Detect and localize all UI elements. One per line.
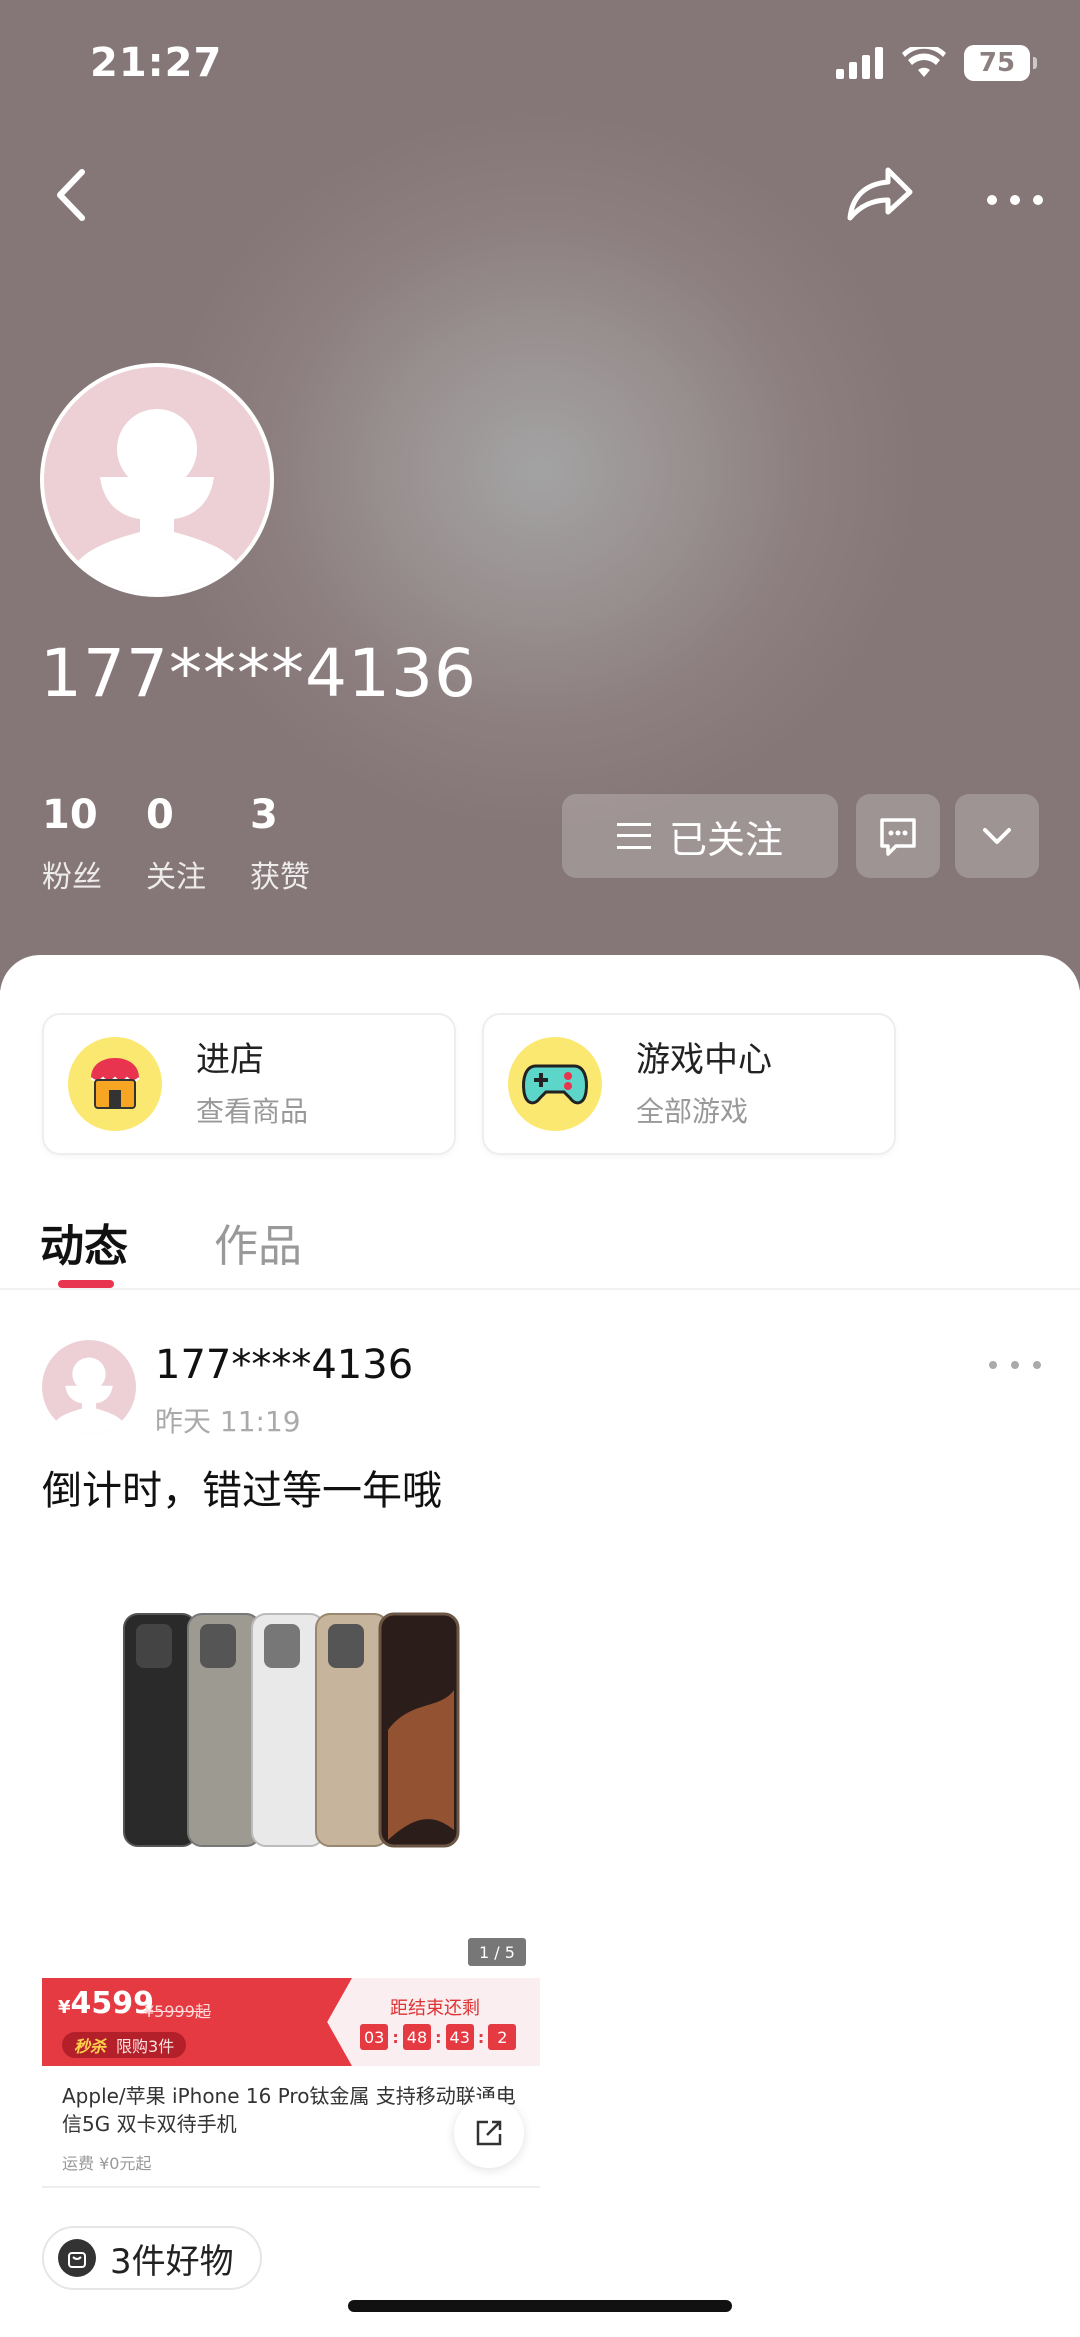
- flash-sale-tag: 秒杀: [74, 2037, 107, 2056]
- shop-card-subtitle: 查看商品: [196, 1095, 309, 1128]
- goods-button[interactable]: 3件好物: [42, 2226, 262, 2290]
- wifi-icon: [902, 47, 946, 77]
- active-tab-indicator: [58, 1280, 114, 1288]
- chevron-down-icon: [983, 828, 1011, 844]
- menu-lines-icon: [616, 823, 651, 849]
- status-bar: 21:27 75: [0, 0, 1080, 130]
- image-pager: 1 / 5: [468, 1938, 526, 1966]
- goods-label: 3件好物: [110, 2241, 234, 2282]
- stat-likes[interactable]: 3 获赞: [250, 790, 310, 896]
- profile-username: 177****4136: [40, 635, 477, 712]
- limit-text: 限购3件: [116, 2037, 175, 2056]
- home-indicator: [348, 2300, 732, 2312]
- tab-moments[interactable]: 动态: [40, 1210, 128, 1274]
- top-nav: [0, 150, 1080, 240]
- shipping-info: 运费 ¥0元起: [62, 2154, 152, 2173]
- followed-label: 已关注: [668, 817, 783, 862]
- product-image[interactable]: [120, 1610, 470, 1850]
- stat-label: 获赞: [250, 860, 310, 895]
- post-time: 昨天 11:19: [155, 1405, 301, 1438]
- shopping-bag-icon: [58, 2239, 96, 2277]
- product-card[interactable]: ¥4599 ¥5999起 秒杀 限购3件 距结束还剩 03: 48: 43: 2…: [42, 1978, 540, 2188]
- game-card-title: 游戏中心: [636, 1040, 772, 1080]
- countdown-minutes: 48: [402, 2024, 432, 2050]
- product-title: Apple/苹果 iPhone 16 Pro钛金属 支持移动联通电信5G 双卡双…: [62, 2084, 516, 2136]
- tab-works[interactable]: 作品: [214, 1210, 302, 1274]
- purchase-limit: 秒杀 限购3件: [62, 2032, 187, 2058]
- followed-button[interactable]: 已关注: [562, 794, 838, 878]
- game-center-card[interactable]: 游戏中心 全部游戏: [482, 1013, 896, 1155]
- stat-value: 0: [146, 792, 174, 838]
- post-author[interactable]: 177****4136: [155, 1342, 413, 1388]
- status-time: 21:27: [90, 40, 223, 86]
- currency-symbol: ¥: [58, 1997, 71, 2018]
- countdown-tenths: 2: [488, 2024, 517, 2050]
- product-price: ¥4599: [58, 1986, 154, 2021]
- profile-avatar[interactable]: [40, 363, 274, 597]
- share-icon[interactable]: [840, 158, 920, 230]
- game-card-subtitle: 全部游戏: [636, 1095, 749, 1128]
- profile-stats: 10 粉丝 0 关注 3 获赞: [42, 790, 310, 896]
- back-icon[interactable]: [40, 160, 110, 230]
- default-user-icon: [54, 1357, 124, 1434]
- more-options-button[interactable]: [955, 794, 1039, 878]
- countdown-hours: 03: [360, 2024, 389, 2050]
- original-price: ¥5999起: [144, 2002, 211, 2021]
- countdown-seconds: 43: [445, 2024, 474, 2050]
- countdown-timer: 03: 48: 43: 2: [360, 2024, 517, 2050]
- battery-indicator: 75: [964, 45, 1037, 81]
- external-link-icon: [476, 2120, 502, 2146]
- signal-icon: [836, 47, 883, 79]
- gamepad-icon: [508, 1037, 602, 1131]
- shop-card[interactable]: 进店 查看商品: [42, 1013, 456, 1155]
- post-avatar[interactable]: [42, 1340, 136, 1434]
- shortcut-cards: 进店 查看商品 游戏中心 全部游戏: [42, 1013, 896, 1155]
- more-icon[interactable]: [980, 160, 1050, 230]
- message-button[interactable]: [856, 794, 940, 878]
- price-value: 4599: [70, 1986, 155, 2021]
- default-user-icon: [74, 409, 240, 593]
- stat-value: 3: [250, 792, 278, 838]
- shop-card-title: 进店: [196, 1040, 264, 1080]
- stat-fans[interactable]: 10 粉丝: [42, 790, 102, 896]
- post-text: 倒计时，错过等一年哦: [42, 1468, 442, 1514]
- status-icons: 75: [836, 45, 1037, 81]
- content-tabs: 动态 作品: [0, 1210, 1080, 1290]
- stat-label: 粉丝: [42, 860, 102, 895]
- stat-label: 关注: [146, 860, 206, 895]
- shop-icon: [68, 1037, 162, 1131]
- stat-following[interactable]: 0 关注: [146, 790, 206, 896]
- stat-value: 10: [42, 792, 98, 838]
- countdown-label: 距结束还剩: [390, 1998, 480, 2019]
- post-more-icon[interactable]: [985, 1350, 1045, 1380]
- product-share-button[interactable]: [454, 2098, 524, 2168]
- chat-icon: [880, 818, 916, 856]
